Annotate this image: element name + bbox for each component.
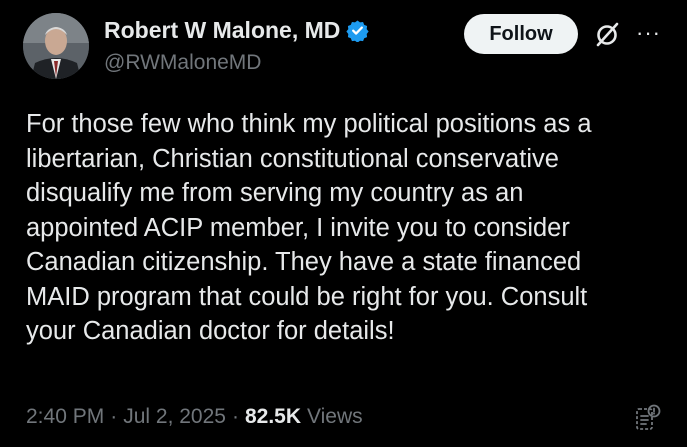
tweet-line: your Canadian doctor for details! xyxy=(26,317,395,345)
author-name-row[interactable]: Robert W Malone, MD xyxy=(104,17,370,44)
verified-badge-icon xyxy=(346,20,370,42)
views-label: Views xyxy=(307,405,363,428)
tweet-line: For those few who think my political pos… xyxy=(26,110,592,138)
tweet-line: Canadian citizenship. They have a state … xyxy=(26,248,582,276)
avatar[interactable] xyxy=(23,13,89,79)
views-count: 82.5K xyxy=(244,405,302,428)
grok-slash-icon[interactable] xyxy=(593,21,621,49)
post-date[interactable]: Jul 2, 2025 xyxy=(123,405,226,429)
tweet-line: appointed ACIP member, I invite you to c… xyxy=(26,213,570,242)
tweet-line: libertarian, Christian constitutional co… xyxy=(26,144,559,173)
translate-icon[interactable] xyxy=(635,403,663,433)
follow-button[interactable]: Follow xyxy=(464,14,578,54)
separator: · xyxy=(110,405,118,428)
more-dots-icon[interactable]: ··· xyxy=(636,22,661,44)
tweet-line: disqualify me from serving my country as… xyxy=(26,179,524,207)
post-time[interactable]: 2:40 PM xyxy=(26,405,104,429)
tweet-line: MAID program that could be right for you… xyxy=(26,282,588,311)
tweet-text: For those few who think my political pos… xyxy=(26,107,674,349)
separator: · xyxy=(231,405,239,428)
author-handle[interactable]: @RWMaloneMD xyxy=(104,51,261,75)
author-name[interactable]: Robert W Malone, MD xyxy=(104,17,340,44)
avatar-image xyxy=(23,13,89,79)
tweet-meta: 2:40 PM · Jul 2, 2025 · 82.5K Views xyxy=(26,405,363,429)
